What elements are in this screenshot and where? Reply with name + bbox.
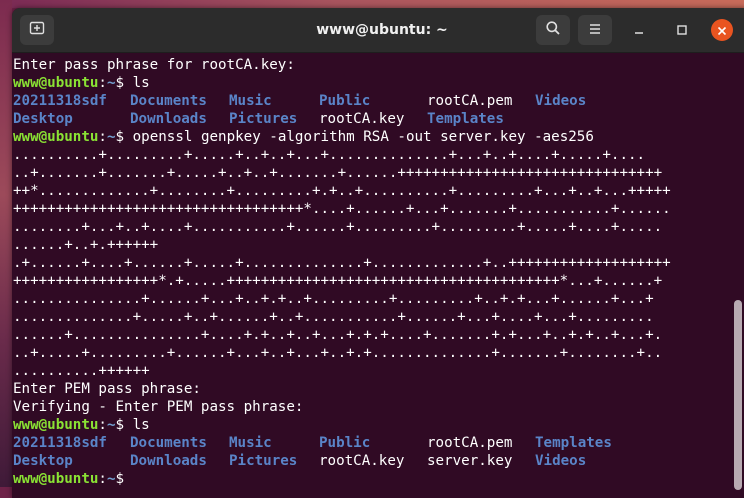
keygen-progress-line: ...............+......+...+..+.+..+.....… — [13, 291, 654, 307]
keygen-progress-line: ..+.......+.......+.....+..+..+.......+.… — [13, 165, 663, 181]
prompt-colon: : — [98, 417, 107, 433]
maximize-icon — [676, 21, 688, 40]
ls-entry-directory: 20211318sdf — [13, 93, 107, 109]
terminal-line: Verifying - Enter PEM pass phrase: — [13, 399, 304, 415]
minimize-button[interactable] — [628, 19, 650, 41]
ls-entry-directory: Pictures — [229, 111, 298, 127]
ls-output-row: Desktop Downloads Pictures rootCA.key Templa… — [13, 110, 744, 128]
ls-entry-directory: Downloads — [130, 111, 207, 127]
prompt-user: www@ubuntu — [13, 417, 99, 433]
keygen-progress-line: ..........++++++ — [13, 363, 150, 379]
ls-entry-directory: Documents — [130, 435, 207, 451]
prompt-colon: : — [98, 129, 107, 145]
ls-entry-directory: Desktop — [13, 111, 73, 127]
command-text: ls — [132, 417, 150, 433]
prompt-colon: : — [98, 75, 107, 91]
command-line: www@ubuntu:~$ ls — [13, 74, 744, 92]
terminal-output[interactable]: Enter pass phrase for rootCA.key: www@ub… — [12, 53, 744, 493]
ls-entry-directory: Templates — [427, 111, 504, 127]
ls-entry-file: rootCA.pem — [427, 435, 513, 451]
keygen-progress-line: .+......+....+......+.....+.............… — [13, 255, 671, 271]
ls-entry-file: rootCA.pem — [427, 93, 513, 109]
minimize-icon — [633, 21, 645, 40]
prompt-symbol: $ — [115, 417, 133, 433]
ls-entry-directory: Documents — [130, 93, 207, 109]
keygen-progress-line: ++*.............+........+.........+.+..… — [13, 183, 671, 199]
ls-output-row: 20211318sdf Documents Music Public rootCA.pe… — [13, 92, 744, 110]
terminal-window: www@ubuntu: ~ Enter pass phrase for root… — [12, 8, 744, 498]
keygen-progress-line: ..+.....+.........+......+...+..+...+..+… — [13, 345, 663, 361]
prompt-colon: : — [98, 471, 107, 487]
title-bar[interactable]: www@ubuntu: ~ — [12, 8, 744, 53]
command-text: openssl genpkey -algorithm RSA -out serv… — [132, 129, 594, 145]
prompt-user: www@ubuntu — [13, 471, 99, 487]
close-icon — [717, 21, 727, 40]
ls-entry-directory: Videos — [535, 453, 587, 469]
ls-entry-directory: Pictures — [229, 453, 298, 469]
new-tab-icon — [29, 20, 45, 40]
prompt-path: ~ — [106, 471, 116, 487]
ls-entry-directory: Music — [229, 93, 272, 109]
menu-button[interactable] — [578, 15, 612, 45]
ls-entry-directory: Desktop — [13, 453, 73, 469]
keygen-progress-line: ..............+.....+..+......+..+......… — [13, 309, 654, 325]
ls-entry-directory: Videos — [535, 93, 587, 109]
hamburger-menu-icon — [588, 21, 602, 40]
search-icon — [545, 20, 561, 40]
prompt-symbol: $ — [115, 75, 133, 91]
command-text: ls — [132, 75, 150, 91]
keygen-progress-line: ......+...............+....+.+..+..+...+… — [13, 327, 663, 343]
ls-entry-file: server.key — [427, 453, 513, 469]
terminal-scrollbar[interactable] — [734, 300, 742, 490]
command-line: www@ubuntu:~$ openssl genpkey -algorithm… — [13, 128, 744, 146]
close-button[interactable] — [711, 19, 733, 41]
desktop-background-edge — [0, 0, 12, 487]
ls-entry-directory: Public — [319, 435, 371, 451]
command-line: www@ubuntu:~$ ls — [13, 416, 744, 434]
terminal-line: Enter pass phrase for rootCA.key: — [13, 57, 295, 73]
ls-output-row: Desktop Downloads Pictures rootCA.key server… — [13, 452, 744, 470]
prompt-path: ~ — [106, 129, 116, 145]
command-line: www@ubuntu:~$ — [13, 470, 744, 488]
keygen-progress-line: ..........+.........+.....+..+..+...+...… — [13, 147, 646, 163]
new-tab-button[interactable] — [20, 15, 54, 45]
keygen-progress-line: ........+...+..+....+...........+......+… — [13, 219, 663, 235]
ls-output-row: 20211318sdf Documents Music Public rootCA.pe… — [13, 434, 744, 452]
ls-entry-file: rootCA.key — [319, 453, 405, 469]
prompt-path: ~ — [106, 417, 116, 433]
maximize-button[interactable] — [671, 19, 693, 41]
ls-entry-file: rootCA.key — [319, 111, 405, 127]
desktop-background — [0, 0, 744, 8]
ls-entry-directory: Downloads — [130, 453, 207, 469]
ls-entry-directory: Music — [229, 435, 272, 451]
ls-entry-directory: Public — [319, 93, 371, 109]
prompt-user: www@ubuntu — [13, 75, 99, 91]
prompt-symbol: $ — [115, 129, 133, 145]
ls-entry-directory: Templates — [535, 435, 612, 451]
prompt-symbol: $ — [115, 471, 133, 487]
terminal-line: Enter PEM pass phrase: — [13, 381, 201, 397]
keygen-progress-line: ......+..+.++++++ — [13, 237, 159, 253]
search-button[interactable] — [536, 15, 570, 45]
prompt-user: www@ubuntu — [13, 129, 99, 145]
prompt-path: ~ — [106, 75, 116, 91]
keygen-progress-line: ++++++++++++++++++++++++++++++++++*....+… — [13, 201, 671, 217]
keygen-progress-line: +++++++++++++++++*.+.....+++++++++++++++… — [13, 273, 663, 289]
ls-entry-directory: 20211318sdf — [13, 435, 107, 451]
